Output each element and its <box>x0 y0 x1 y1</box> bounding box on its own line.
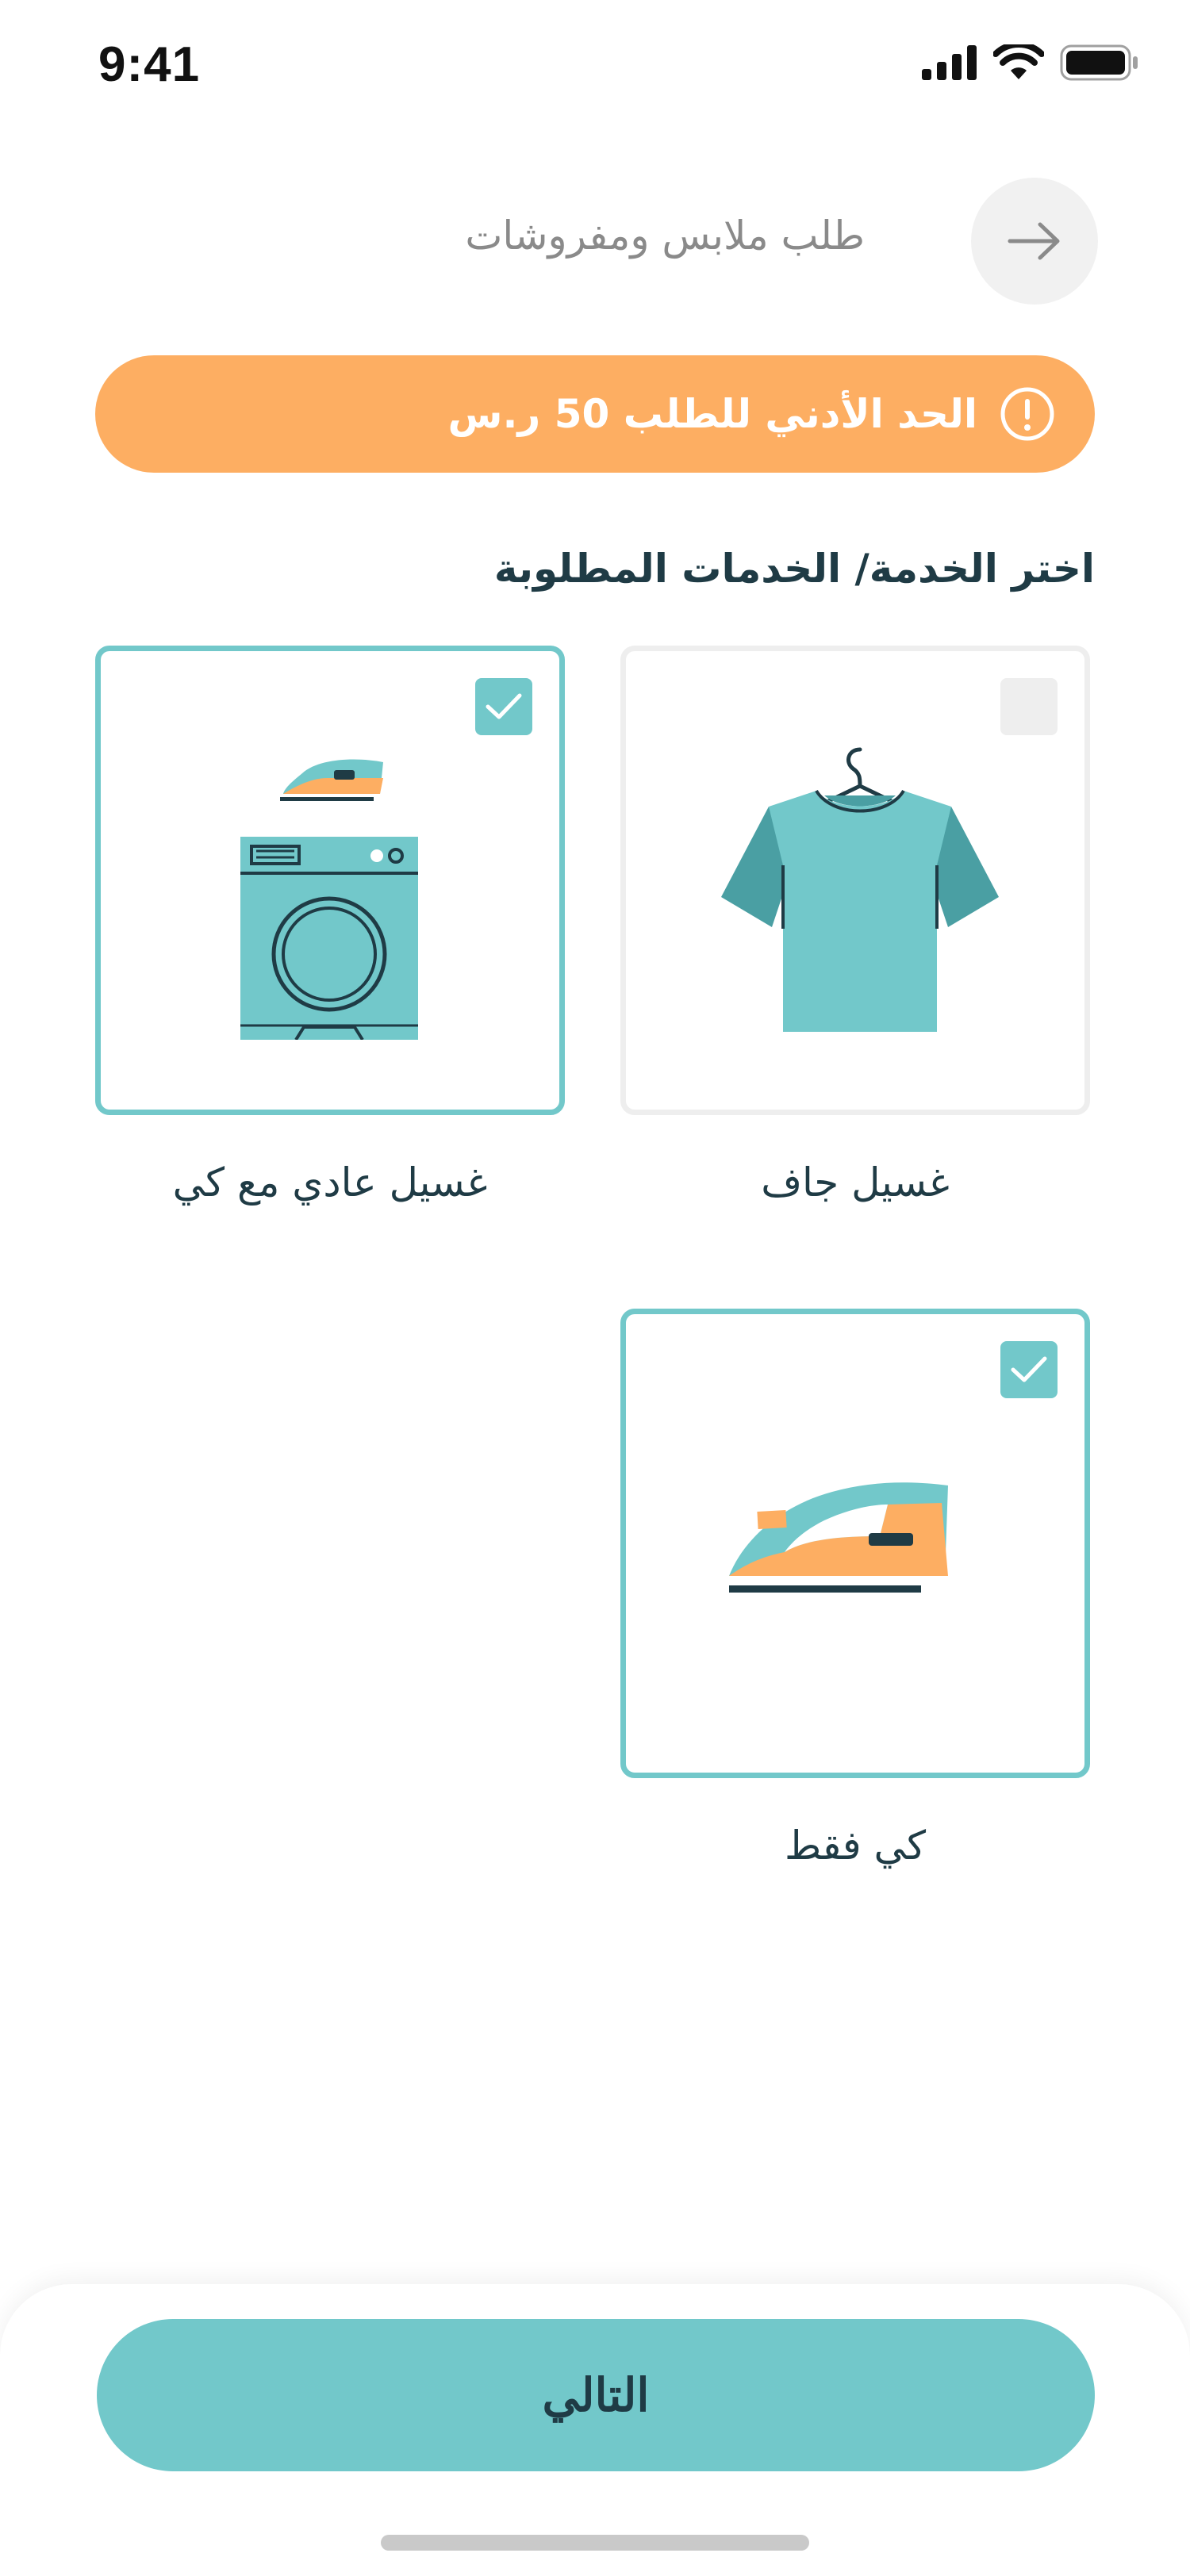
service-checkbox[interactable] <box>1000 678 1058 735</box>
exclamation-circle-icon <box>1000 387 1054 441</box>
min-order-banner: الحد الأدني للطلب 50 ر.س <box>95 355 1095 473</box>
check-icon <box>486 693 522 719</box>
page-title: طلب ملابس ومفروشات <box>465 213 865 259</box>
back-button[interactable] <box>971 178 1098 305</box>
service-checkbox[interactable] <box>475 678 532 735</box>
iron-icon <box>729 1482 948 1593</box>
service-label-wash-and-iron: غسيل عادي مع كي <box>172 1160 488 1206</box>
service-card-wash-and-iron[interactable] <box>95 646 565 1115</box>
arrow-right-icon <box>1008 222 1060 260</box>
cellular-signal-icon <box>922 45 977 80</box>
service-label-dry-cleaning: غسيل جاف <box>761 1160 950 1206</box>
service-card-dry-cleaning[interactable] <box>620 646 1090 1115</box>
service-label-iron-only: كي فقط <box>784 1823 927 1869</box>
service-card-iron-only[interactable] <box>620 1309 1090 1778</box>
washing-machine-iron-icon <box>240 759 418 1040</box>
next-button[interactable]: التالي <box>97 2319 1095 2471</box>
home-indicator <box>381 2535 809 2551</box>
tshirt-hanger-icon <box>721 747 999 1032</box>
status-time: 9:41 <box>98 37 201 92</box>
check-icon <box>1011 1356 1047 1382</box>
battery-icon <box>1060 44 1138 81</box>
min-order-text: الحد الأدني للطلب 50 ر.س <box>447 391 977 437</box>
wifi-icon <box>993 44 1044 79</box>
service-checkbox[interactable] <box>1000 1341 1058 1398</box>
section-title: اختر الخدمة/ الخدمات المطلوبة <box>493 546 1095 592</box>
status-icons <box>922 44 1139 81</box>
